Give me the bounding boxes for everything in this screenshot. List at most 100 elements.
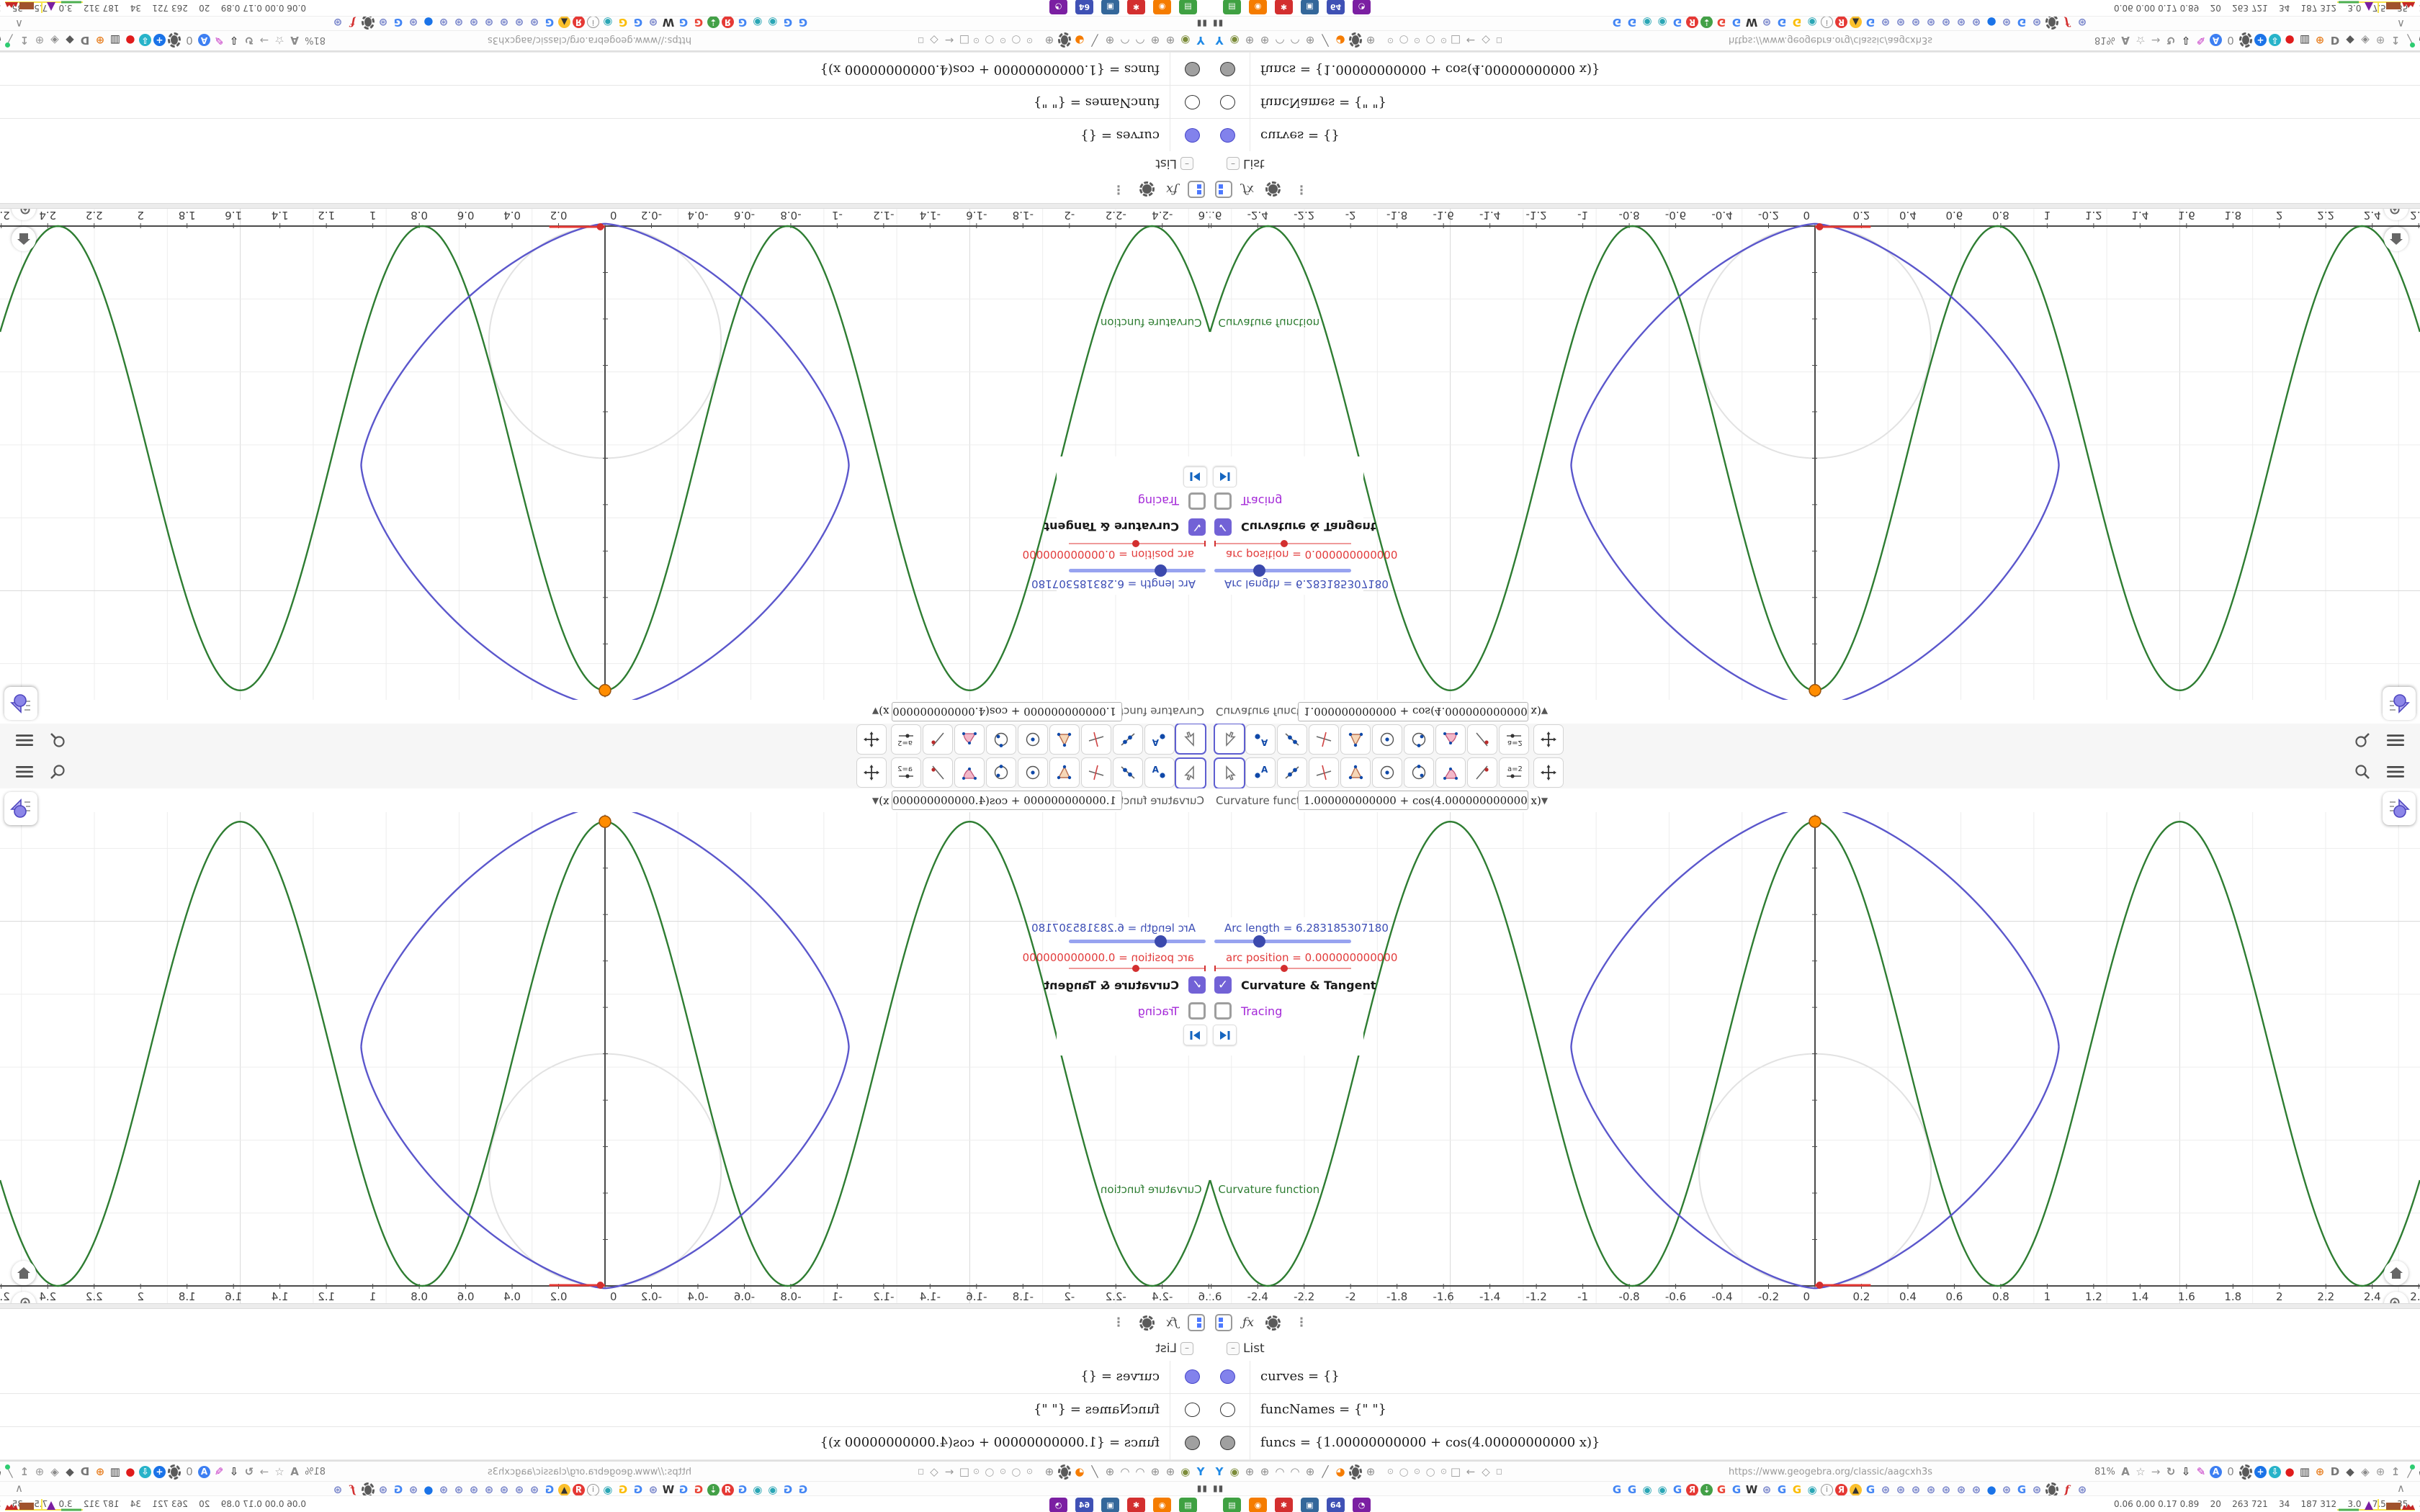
circle-widget-icon[interactable]: ○ <box>1397 34 1410 47</box>
app-icon-firefox[interactable]: ◉ <box>1153 0 1171 14</box>
angle-tool-button[interactable] <box>954 724 985 755</box>
google-favicon[interactable]: G <box>1775 16 1788 29</box>
circle-center-tool-button[interactable] <box>1372 757 1402 788</box>
app-icon-mask[interactable]: ◔ <box>1353 0 1371 14</box>
ublock-icon[interactable]: ◆ <box>63 34 76 47</box>
target-widget-icon[interactable]: ⊙ <box>972 34 981 47</box>
translate-icon[interactable]: A <box>2119 34 2132 47</box>
graph-canvas[interactable]: -2.6 -2.4 -2.2 -2 -1.8 -1.6 -1.4 -1.2 -1 -0.8 -0.6… <box>0 209 1210 700</box>
bank-icon[interactable]: D <box>79 1465 91 1478</box>
gear-icon[interactable] <box>1349 32 1362 48</box>
tracing-checkbox[interactable] <box>1214 492 1232 510</box>
list-item-funcnames[interactable]: funcNames = {" "} <box>1210 1394 2420 1427</box>
gauge-icon[interactable]: ◠ <box>1289 1465 1301 1478</box>
flower-favicon[interactable]: ⊛ <box>407 16 420 29</box>
photo-favicon[interactable]: ▲ <box>1850 1483 1862 1496</box>
app-icon-green[interactable]: ▤ <box>1223 0 1241 14</box>
funnel-icon[interactable]: Y <box>1194 34 1207 47</box>
google-favicon[interactable]: G <box>1626 1483 1639 1496</box>
lock-icon[interactable]: ◻ <box>1494 1465 1504 1478</box>
step-button[interactable] <box>1213 467 1237 487</box>
info-favicon[interactable]: i <box>587 1483 599 1496</box>
point-tool-button[interactable]: A <box>1245 757 1276 788</box>
url-bar[interactable]: https://www.geogebra.org/classic/aagcxh3… <box>1729 35 1932 45</box>
record-icon[interactable]: ● <box>124 1465 137 1478</box>
more-options-button[interactable]: ⋮ <box>1108 179 1129 200</box>
slider-tool-button[interactable]: a=2 <box>1499 724 1529 755</box>
search-button[interactable] <box>2349 759 2375 785</box>
google-favicon[interactable]: G <box>1791 1483 1803 1496</box>
point-tool-button[interactable]: A <box>1245 724 1276 755</box>
blue-dot-favicon[interactable]: ● <box>1985 16 1998 29</box>
olive-ext-icon[interactable]: ◉ <box>1179 34 1192 47</box>
folder-icon[interactable]: □ <box>1449 1465 1462 1478</box>
function-view-button[interactable]: ƒx <box>1161 179 1183 200</box>
globe-icon[interactable]: ⊕ <box>1364 1465 1377 1478</box>
angle-tool-button[interactable] <box>1435 757 1466 788</box>
lock-icon[interactable]: ◻ <box>916 34 926 47</box>
function-input[interactable]: 1.000000000000 + cos(4.000000000000 x) ▼ <box>1298 791 1548 810</box>
star-icon[interactable]: ☆ <box>2134 1465 2147 1478</box>
app-icon-red-gear[interactable]: ✱ <box>1275 1498 1293 1512</box>
flower-favicon[interactable]: ⊛ <box>1970 1483 1983 1496</box>
download-icon[interactable]: ⇩ <box>228 1465 241 1478</box>
google-favicon[interactable]: G <box>1626 16 1639 29</box>
chevron-down-icon[interactable]: ▼ <box>1541 707 1548 717</box>
arc-length-slider[interactable] <box>1214 564 1351 577</box>
globe-icon[interactable]: ⊕ <box>1258 34 1271 47</box>
gear-icon[interactable] <box>168 1464 181 1480</box>
translate-blue-icon[interactable]: A <box>198 1465 210 1478</box>
curvature-tangent-checkbox[interactable]: ✓ <box>1188 976 1206 994</box>
google-favicon[interactable]: G <box>677 1483 690 1496</box>
flower-favicon[interactable]: ⊛ <box>647 1483 660 1496</box>
google-favicon[interactable]: G <box>1715 1483 1728 1496</box>
target-widget-icon[interactable]: ⊙ <box>1386 1465 1395 1478</box>
step-button[interactable] <box>1183 467 1207 487</box>
globe-color-icon[interactable]: ⊕ <box>94 1465 107 1478</box>
reflect-tool-button[interactable] <box>923 724 953 755</box>
target-widget-icon[interactable]: ⊙ <box>998 1465 1008 1478</box>
slider-tool-button[interactable]: a=2 <box>891 757 921 788</box>
circle-two-points-tool-button[interactable] <box>1404 757 1434 788</box>
list-item-funcs[interactable]: funcs = {1.00000000000 + cos(4.000000000… <box>0 52 1210 85</box>
app-icon-green[interactable]: ▤ <box>1179 1498 1197 1512</box>
trash-icon[interactable]: ▥ <box>2298 34 2311 47</box>
perpendicular-line-tool-button[interactable] <box>1309 757 1339 788</box>
pan-view-tool-button[interactable] <box>856 757 887 788</box>
google-favicon[interactable]: G <box>392 1483 405 1496</box>
visibility-marker-empty[interactable] <box>1220 1403 1235 1417</box>
green-shield-favicon[interactable]: ⇣ <box>707 1483 720 1496</box>
add-icon[interactable]: + <box>2254 1465 2267 1478</box>
polygon-tool-button[interactable] <box>1340 724 1371 755</box>
arc-length-slider[interactable] <box>1214 935 1351 948</box>
move-cursor-tool-button[interactable] <box>1214 757 1245 789</box>
yandex-favicon[interactable]: Я <box>1686 16 1698 29</box>
arc-length-slider-knob[interactable] <box>1155 935 1167 948</box>
gauge-icon[interactable]: ◠ <box>1273 34 1286 47</box>
google-favicon[interactable]: G <box>1864 16 1877 29</box>
graphics-view[interactable]: -2.6 -2.4 -2.2 -2 -1.8 -1.6 -1.4 -1.2 -1 -0.8 -0.6… <box>0 812 1210 1303</box>
graphics-view[interactable]: -2.6 -2.4 -2.2 -2 -1.8 -1.6 -1.4 -1.2 -1 -0.8 -0.6… <box>1210 812 2420 1303</box>
target-widget-icon[interactable]: ⊙ <box>1025 34 1034 47</box>
circle-two-points-tool-button[interactable] <box>986 757 1016 788</box>
shield-gray-icon[interactable]: ◈ <box>48 1465 61 1478</box>
ublock-icon[interactable]: ◆ <box>2344 1465 2357 1478</box>
flower-favicon[interactable]: ⊛ <box>513 16 526 29</box>
point-tool-button[interactable]: A <box>1144 724 1175 755</box>
flower-favicon[interactable]: ⊛ <box>467 1483 480 1496</box>
globe-icon[interactable]: ⊕ <box>1043 1465 1056 1478</box>
settings-button[interactable] <box>1262 1312 1283 1333</box>
list-item-funcnames[interactable]: funcNames = {" "} <box>1210 85 2420 118</box>
teal-favicon[interactable]: ◉ <box>751 16 764 29</box>
app-icon-monitor[interactable]: ▣ <box>1301 1498 1319 1512</box>
list-item-funcs[interactable]: funcs = {1.00000000000 + cos(4.000000000… <box>1210 52 2420 85</box>
tracing-checkbox[interactable] <box>1188 492 1206 510</box>
google-favicon[interactable]: G <box>1730 16 1743 29</box>
move-cursor-tool-button[interactable] <box>1214 723 1245 755</box>
gear-icon[interactable] <box>1349 1464 1362 1480</box>
function-input[interactable]: 1.000000000000 + cos(4.000000000000 x) ▼ <box>872 791 1122 810</box>
graph-canvas[interactable]: -2.6 -2.4 -2.2 -2 -1.8 -1.6 -1.4 -1.2 -1 -0.8 -0.6… <box>1210 812 2420 1303</box>
flower-favicon[interactable]: ⊛ <box>1924 1483 1937 1496</box>
wrench-icon[interactable]: ╱ <box>1319 34 1332 47</box>
function-view-button[interactable]: ƒx <box>1161 1312 1183 1333</box>
